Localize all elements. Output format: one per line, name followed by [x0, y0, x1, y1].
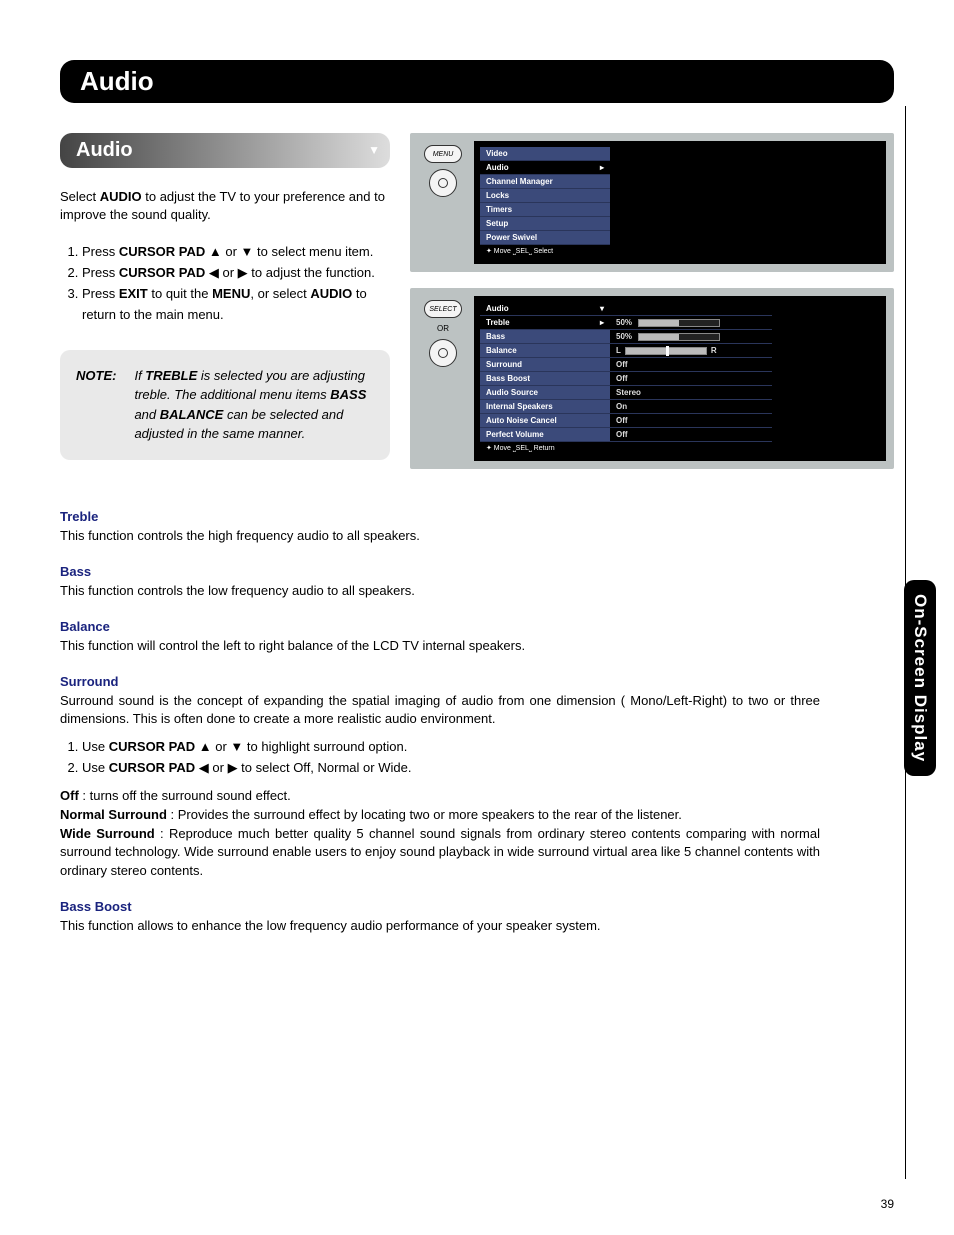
audio-value: LR — [610, 344, 772, 358]
audio-row: Surround — [480, 358, 610, 372]
menu-button-icon: MENU — [424, 145, 462, 163]
surround-normal: Normal Surround : Provides the surround … — [60, 806, 820, 825]
menu-footer: ✦ Move ⎵SEL⎵ Return — [480, 442, 880, 455]
menu-item: Locks — [480, 189, 610, 203]
surround-off: Off : turns off the surround sound effec… — [60, 787, 820, 806]
step-1: Press CURSOR PAD ▲ or ▼ to select menu i… — [82, 242, 390, 263]
note-text: If TREBLE is selected you are adjusting … — [134, 366, 374, 444]
audio-menu-table: Audio ▾ Treble ▸50% Bass50% BalanceLR Su… — [480, 302, 772, 442]
section-title-bass: Bass — [60, 564, 820, 579]
step-3: Press EXIT to quit the MENU, or select A… — [82, 284, 390, 326]
audio-row: Internal Speakers — [480, 400, 610, 414]
cursor-pad-icon — [429, 169, 457, 197]
audio-row: Bass — [480, 330, 610, 344]
or-label: OR — [437, 324, 449, 333]
section-title-balance: Balance — [60, 619, 820, 634]
audio-row: Balance — [480, 344, 610, 358]
side-tab-on-screen-display: On-Screen Display — [904, 580, 936, 776]
surround-step-1: Use CURSOR PAD ▲ or ▼ to highlight surro… — [82, 737, 820, 758]
audio-row: Bass Boost — [480, 372, 610, 386]
audio-value: On — [610, 400, 772, 414]
page-title-bar: Audio — [60, 60, 894, 103]
audio-row: Auto Noise Cancel — [480, 414, 610, 428]
section-title-bassboost: Bass Boost — [60, 899, 820, 914]
step-2: Press CURSOR PAD ◀ or ▶ to adjust the fu… — [82, 263, 390, 284]
audio-value: 50% — [610, 330, 772, 344]
menu-item: Channel Manager — [480, 175, 610, 189]
section-text: This function controls the high frequenc… — [60, 527, 820, 546]
section-title-surround: Surround — [60, 674, 820, 689]
main-menu-table: Video Audio ▸ Channel Manager Locks Time… — [480, 147, 610, 245]
menu-item: Video — [480, 147, 610, 161]
intro-text: Select AUDIO to adjust the TV to your pr… — [60, 188, 390, 224]
chevron-down-icon: ▼ — [368, 143, 380, 157]
note-box: NOTE: If TREBLE is selected you are adju… — [60, 350, 390, 460]
instruction-list: Press CURSOR PAD ▲ or ▼ to select menu i… — [60, 242, 390, 325]
osd-main-menu-panel: MENU Video Audio ▸ Channel Manager Locks… — [410, 133, 894, 272]
audio-value: Stereo — [610, 386, 772, 400]
section-text: This function controls the low frequency… — [60, 582, 820, 601]
menu-item-selected: Audio ▸ — [480, 161, 610, 175]
section-text: Surround sound is the concept of expandi… — [60, 692, 820, 730]
menu-item: Setup — [480, 217, 610, 231]
section-title-treble: Treble — [60, 509, 820, 524]
audio-value: Off — [610, 414, 772, 428]
audio-row: Perfect Volume — [480, 428, 610, 442]
menu-item: Timers — [480, 203, 610, 217]
section-text: This function will control the left to r… — [60, 637, 820, 656]
section-header-audio: Audio ▼ — [60, 133, 390, 168]
audio-value: Off — [610, 372, 772, 386]
surround-steps: Use CURSOR PAD ▲ or ▼ to highlight surro… — [60, 737, 820, 779]
page-number: 39 — [881, 1197, 894, 1211]
section-header-label: Audio — [76, 139, 133, 161]
note-label: NOTE: — [76, 366, 116, 444]
cursor-pad-icon — [429, 339, 457, 367]
audio-row-selected: Treble ▸ — [480, 316, 610, 330]
section-text: This function allows to enhance the low … — [60, 917, 820, 936]
audio-row: Audio Source — [480, 386, 610, 400]
select-button-icon: SELECT — [424, 300, 462, 318]
surround-wide: Wide Surround : Reproduce much better qu… — [60, 825, 820, 882]
osd-audio-menu-panel: SELECT OR Audio ▾ Treble ▸50% Bass50% Ba… — [410, 288, 894, 469]
surround-step-2: Use CURSOR PAD ◀ or ▶ to select Off, Nor… — [82, 758, 820, 779]
menu-item: Power Swivel — [480, 231, 610, 245]
audio-value: 50% — [610, 316, 772, 330]
audio-value: Off — [610, 428, 772, 442]
menu-footer: ✦ Move ⎵SEL⎵ Select — [480, 245, 610, 258]
audio-value: Off — [610, 358, 772, 372]
audio-menu-header: Audio ▾ — [480, 302, 610, 316]
